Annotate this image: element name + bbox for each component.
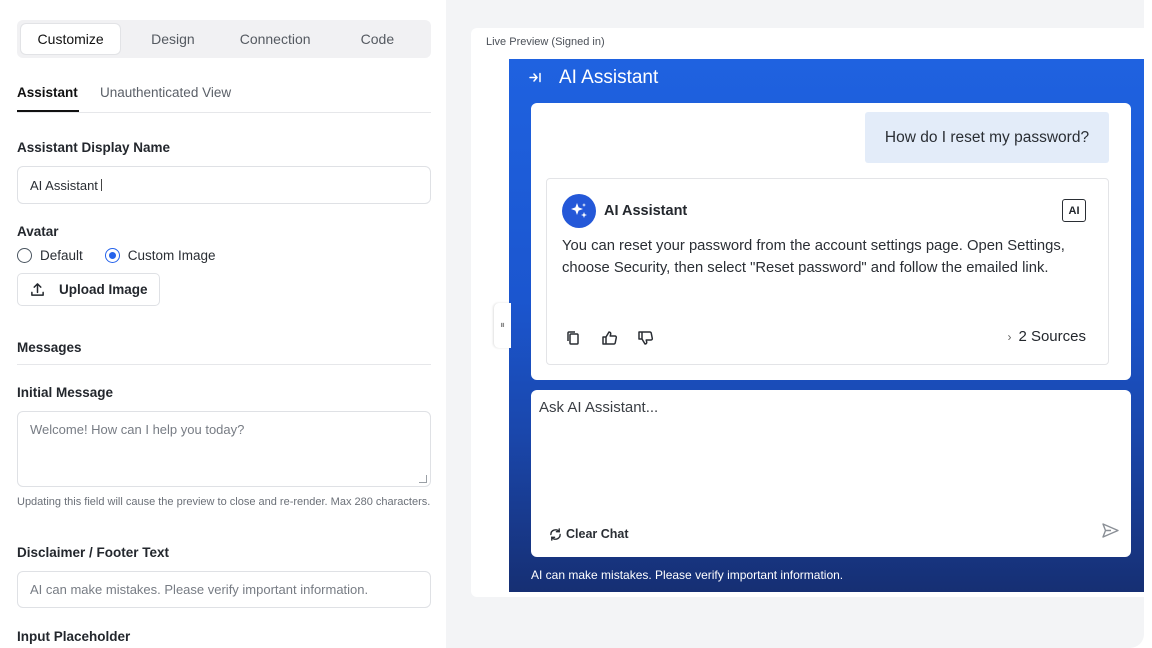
drag-handle-icon[interactable]: ⏸ bbox=[494, 303, 511, 348]
display-name-field[interactable]: AI Assistant bbox=[17, 166, 431, 204]
display-name-label: Assistant Display Name bbox=[17, 140, 171, 155]
assistant-message-text: You can reset your password from the acc… bbox=[562, 238, 1065, 276]
chevron-right-icon: › bbox=[1007, 329, 1012, 344]
widget-title: AI Assistant bbox=[559, 67, 659, 88]
copy-icon[interactable] bbox=[562, 327, 584, 349]
display-name-value: AI Assistant bbox=[30, 177, 98, 193]
user-message-bubble: How do I reset my password? bbox=[865, 112, 1109, 163]
subtab-assistant[interactable]: Assistant bbox=[17, 85, 78, 100]
refresh-icon bbox=[550, 527, 561, 541]
collapse-panel-icon[interactable] bbox=[529, 71, 549, 86]
initial-message-textarea[interactable]: Welcome! How can I help you today? bbox=[17, 411, 431, 487]
avatar-option-default-label: Default bbox=[40, 248, 83, 263]
disclaimer-field[interactable]: AI can make mistakes. Please verify impo… bbox=[17, 571, 431, 608]
initial-message-label: Initial Message bbox=[17, 385, 114, 400]
avatar-label: Avatar bbox=[17, 224, 59, 239]
assistant-message-card: AI Assistant AI You can reset your passw… bbox=[546, 178, 1109, 365]
upload-icon bbox=[31, 283, 44, 296]
sub-tabs: Assistant Unauthenticated View bbox=[17, 80, 431, 113]
message-composer[interactable]: Ask AI Assistant... Clear Chat bbox=[531, 390, 1131, 557]
clear-chat-button[interactable]: Clear Chat bbox=[549, 527, 629, 541]
message-actions bbox=[562, 327, 656, 349]
settings-panel: Customize Design Connection Code Assista… bbox=[0, 0, 446, 648]
assistant-avatar bbox=[562, 194, 596, 228]
composer-placeholder[interactable]: Ask AI Assistant... bbox=[539, 399, 658, 416]
thumbs-down-icon[interactable] bbox=[634, 327, 656, 349]
send-icon[interactable] bbox=[1099, 519, 1121, 541]
tab-connection[interactable]: Connection bbox=[226, 24, 325, 54]
thumbs-up-icon[interactable] bbox=[598, 327, 620, 349]
disclaimer-value: AI can make mistakes. Please verify impo… bbox=[30, 582, 369, 597]
upload-image-label: Upload Image bbox=[59, 282, 148, 297]
tab-code[interactable]: Code bbox=[328, 24, 427, 54]
sources-toggle[interactable]: › 2 Sources bbox=[1007, 328, 1086, 345]
chat-transcript: How do I reset my password? AI Assistant… bbox=[531, 103, 1131, 380]
clear-chat-label: Clear Chat bbox=[566, 527, 629, 541]
text-cursor-icon bbox=[100, 179, 106, 191]
tab-customize[interactable]: Customize bbox=[21, 24, 121, 54]
widget-disclaimer: AI can make mistakes. Please verify impo… bbox=[531, 568, 844, 582]
active-subtab-indicator bbox=[17, 110, 79, 112]
avatar-option-default[interactable]: Default bbox=[17, 248, 83, 263]
upload-image-button[interactable]: Upload Image bbox=[17, 273, 160, 306]
chat-widget: AI Assistant How do I reset my password?… bbox=[509, 59, 1144, 592]
section-divider bbox=[17, 364, 431, 365]
radio-custom-image[interactable] bbox=[104, 248, 120, 263]
avatar-option-custom-image-label: Custom Image bbox=[127, 248, 216, 263]
main-tabs: Customize Design Connection Code bbox=[17, 20, 431, 58]
ai-badge: AI bbox=[1062, 199, 1086, 222]
tab-design[interactable]: Design bbox=[123, 24, 222, 54]
initial-message-help-text: Updating this field will cause the previ… bbox=[17, 496, 431, 508]
avatar-option-custom-image[interactable]: Custom Image bbox=[104, 248, 216, 263]
sparkle-icon bbox=[571, 203, 587, 218]
avatar-radio-group: Default Custom Image bbox=[17, 248, 238, 263]
disclaimer-label: Disclaimer / Footer Text bbox=[17, 545, 170, 560]
assistant-name: AI Assistant bbox=[604, 203, 688, 219]
sources-label: 2 Sources bbox=[1018, 328, 1086, 345]
resize-handle-icon[interactable] bbox=[419, 475, 427, 483]
input-placeholder-label: Input Placeholder bbox=[17, 629, 131, 644]
live-preview-title: Live Preview (Signed in) bbox=[486, 36, 605, 48]
widget-header: AI Assistant bbox=[509, 59, 1144, 97]
subtab-unauthenticated-view[interactable]: Unauthenticated View bbox=[100, 85, 231, 100]
initial-message-placeholder: Welcome! How can I help you today? bbox=[30, 422, 245, 437]
messages-heading: Messages bbox=[17, 340, 82, 355]
radio-default[interactable] bbox=[17, 248, 32, 263]
